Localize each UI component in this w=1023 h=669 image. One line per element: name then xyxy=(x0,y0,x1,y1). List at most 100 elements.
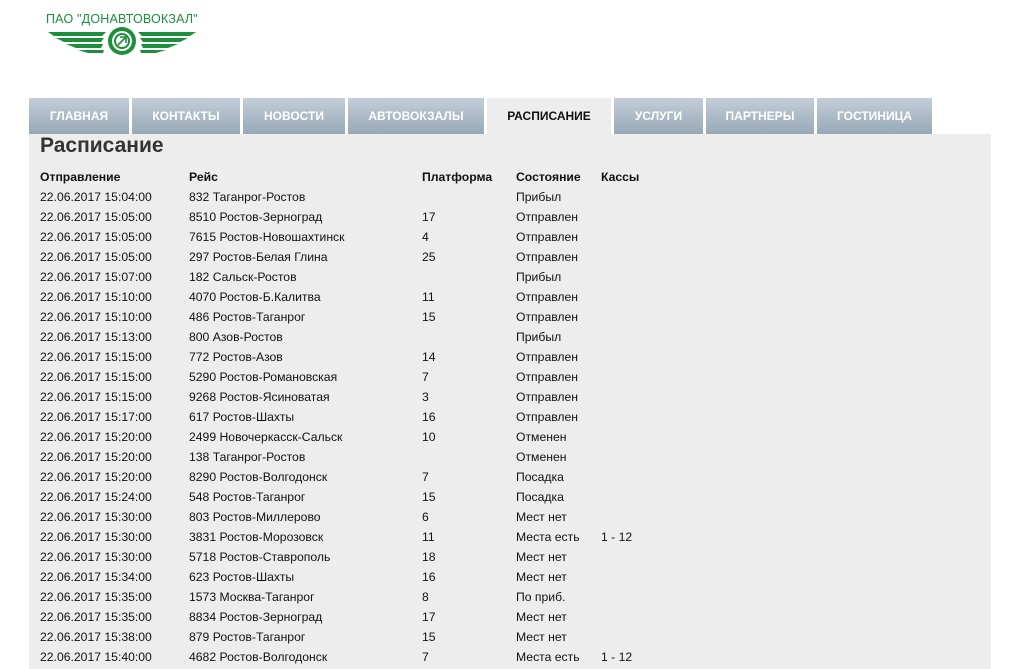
status-cell: Мест нет xyxy=(516,610,567,624)
route-cell: 9268 Ростов-Ясиноватая xyxy=(189,390,330,404)
ticket-desks-cell xyxy=(601,507,661,527)
table-row: 22.06.2017 15:40:00 4682 Ростов-Волгодонс… xyxy=(40,647,661,667)
ticket-desks-cell xyxy=(601,467,661,487)
ticket-desks-cell xyxy=(601,607,661,627)
ticket-desks-cell: 1 - 12 xyxy=(601,530,633,544)
route-cell: 5290 Ростов-Романовская xyxy=(189,370,338,384)
route-cell: 803 Ростов-Миллерово xyxy=(189,510,321,524)
table-row: 22.06.2017 15:34:00 623 Ростов-Шахты 16 Мес… xyxy=(40,567,661,587)
nav-tab-services[interactable]: УСЛУГИ xyxy=(614,98,706,134)
route-cell: 182 Сальск-Ростов xyxy=(189,270,297,284)
table-row: 22.06.2017 15:17:00 617 Ростов-Шахты 16 Отп… xyxy=(40,407,661,427)
platform-cell: 3 xyxy=(422,390,429,404)
route-cell: 486 Ростов-Таганрог xyxy=(189,310,306,324)
status-cell: Мест нет xyxy=(516,630,567,644)
column-header-departure: Отправление xyxy=(40,170,121,184)
departure-cell: 22.06.2017 15:30:00 xyxy=(40,550,152,564)
platform-cell: 6 xyxy=(422,510,429,524)
status-cell: Прибыл xyxy=(516,190,562,204)
status-cell: Отправлен xyxy=(516,390,579,404)
nav-tab-schedule[interactable]: РАСПИСАНИЕ xyxy=(487,98,614,134)
platform-cell: 16 xyxy=(422,570,436,584)
status-cell: Отправлен xyxy=(516,290,579,304)
table-row: 22.06.2017 15:35:00 8834 Ростов-Зерноград… xyxy=(40,607,661,627)
platform-cell xyxy=(422,327,516,347)
ticket-desks-cell: 1 - 12 xyxy=(601,650,633,664)
departure-cell: 22.06.2017 15:13:00 xyxy=(40,330,152,344)
platform-cell xyxy=(422,187,516,207)
ticket-desks-cell xyxy=(601,287,661,307)
route-cell: 832 Таганрог-Ростов xyxy=(189,190,306,204)
column-header-status: Состояние xyxy=(516,170,581,184)
nav-tab-partners[interactable]: ПАРТНЕРЫ xyxy=(706,98,817,134)
platform-cell: 17 xyxy=(422,610,436,624)
route-cell: 7615 Ростов-Новошахтинск xyxy=(189,230,345,244)
column-header-route: Рейс xyxy=(189,170,218,184)
table-row: 22.06.2017 15:15:00 9268 Ростов-Ясиновата… xyxy=(40,387,661,407)
departure-cell: 22.06.2017 15:34:00 xyxy=(40,570,152,584)
platform-cell: 8 xyxy=(422,590,429,604)
table-row: 22.06.2017 15:10:00 4070 Ростов-Б.Калитва… xyxy=(40,287,661,307)
departure-cell: 22.06.2017 15:24:00 xyxy=(40,490,152,504)
platform-cell: 18 xyxy=(422,550,436,564)
status-cell: Отправлен xyxy=(516,310,579,324)
platform-cell: 15 xyxy=(422,310,436,324)
ticket-desks-cell xyxy=(601,627,661,647)
table-row: 22.06.2017 15:30:00 803 Ростов-Миллерово 6… xyxy=(40,507,661,527)
status-cell: Отменен xyxy=(516,430,567,444)
route-cell: 800 Азов-Ростов xyxy=(189,330,283,344)
nav-tab-news[interactable]: НОВОСТИ xyxy=(243,98,348,134)
route-cell: 297 Ростов-Белая Глина xyxy=(189,250,328,264)
ticket-desks-cell xyxy=(601,427,661,447)
platform-cell: 7 xyxy=(422,650,429,664)
departure-cell: 22.06.2017 15:05:00 xyxy=(40,230,152,244)
departure-cell: 22.06.2017 15:10:00 xyxy=(40,290,152,304)
status-cell: По приб. xyxy=(516,590,566,604)
platform-cell xyxy=(422,267,516,287)
ticket-desks-cell xyxy=(601,267,661,287)
status-cell: Места есть xyxy=(516,650,580,664)
route-cell: 8290 Ростов-Волгодонск xyxy=(189,470,328,484)
schedule-table-body: 22.06.2017 15:04:00 832 Таганрог-Ростов Пр… xyxy=(40,187,661,667)
departure-cell: 22.06.2017 15:20:00 xyxy=(40,450,152,464)
route-cell: 8834 Ростов-Зерноград xyxy=(189,610,323,624)
ticket-desks-cell xyxy=(601,307,661,327)
departure-cell: 22.06.2017 15:15:00 xyxy=(40,390,152,404)
nav-tab-hotel[interactable]: ГОСТИНИЦА xyxy=(817,98,932,134)
table-row: 22.06.2017 15:15:00 5290 Ростов-Романовск… xyxy=(40,367,661,387)
departure-cell: 22.06.2017 15:07:00 xyxy=(40,270,152,284)
nav-tab-home[interactable]: ГЛАВНАЯ xyxy=(29,98,132,134)
status-cell: Отменен xyxy=(516,450,567,464)
nav-tab-bus-stations[interactable]: АВТОВОКЗАЛЫ xyxy=(348,98,487,134)
platform-cell: 15 xyxy=(422,630,436,644)
table-row: 22.06.2017 15:30:00 5718 Ростов-Ставропол… xyxy=(40,547,661,567)
table-row: 22.06.2017 15:20:00 138 Таганрог-Ростов От… xyxy=(40,447,661,467)
status-cell: Отправлен xyxy=(516,230,579,244)
nav-tab-contacts[interactable]: КОНТАКТЫ xyxy=(132,98,243,134)
status-cell: Отправлен xyxy=(516,350,579,364)
departure-cell: 22.06.2017 15:30:00 xyxy=(40,530,152,544)
route-cell: 2499 Новочеркасск-Сальск xyxy=(189,430,343,444)
table-row: 22.06.2017 15:05:00 297 Ростов-Белая Глин… xyxy=(40,247,661,267)
route-cell: 3831 Ростов-Морозовск xyxy=(189,530,324,544)
platform-cell: 10 xyxy=(422,430,436,444)
status-cell: Прибыл xyxy=(516,330,562,344)
ticket-desks-cell xyxy=(601,247,661,267)
route-cell: 8510 Ростов-Зерноград xyxy=(189,210,323,224)
table-header-row: Отправление Рейс Платформа Состояние Кас… xyxy=(40,167,661,187)
ticket-desks-cell xyxy=(601,547,661,567)
platform-cell: 17 xyxy=(422,210,436,224)
departure-cell: 22.06.2017 15:38:00 xyxy=(40,630,152,644)
ticket-desks-cell xyxy=(601,487,661,507)
status-cell: Мест нет xyxy=(516,550,567,564)
logo[interactable]: ПАО "ДОНАВТОВОКЗАЛ" xyxy=(44,12,204,62)
column-header-platform: Платформа xyxy=(422,170,493,184)
table-row: 22.06.2017 15:20:00 2499 Новочеркасск-Сал… xyxy=(40,427,661,447)
page: ПАО "ДОНАВТОВОКЗАЛ" ГЛАВНАЯ КОНТАКТЫ НОВ… xyxy=(0,0,1023,669)
platform-cell xyxy=(422,447,516,467)
ticket-desks-cell xyxy=(601,567,661,587)
departure-cell: 22.06.2017 15:40:00 xyxy=(40,650,152,664)
table-row: 22.06.2017 15:35:00 1573 Москва-Таганрог 8… xyxy=(40,587,661,607)
winged-wheel-logo-icon xyxy=(48,27,196,55)
table-row: 22.06.2017 15:24:00 548 Ростов-Таганрог 15… xyxy=(40,487,661,507)
